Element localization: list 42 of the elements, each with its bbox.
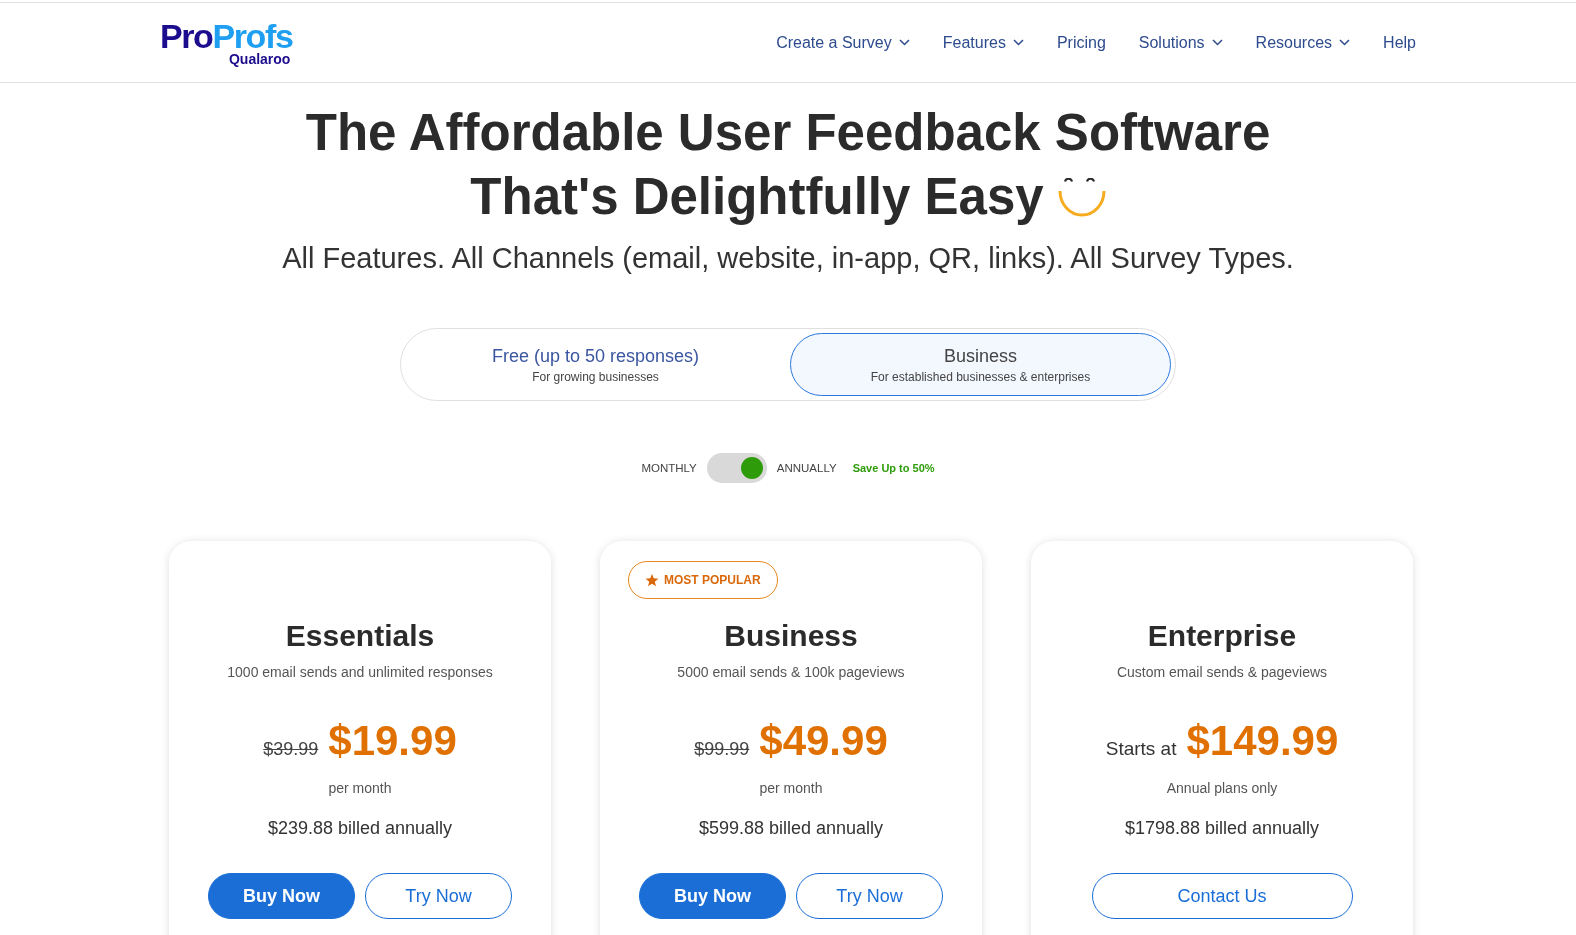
annual-total: $599.88 billed annually [698, 817, 884, 840]
star-icon [645, 573, 659, 587]
logo-product-name: Qualaroo [228, 52, 291, 67]
hero-heading-line: That's Delightfully Easy [470, 167, 1044, 227]
buy-button[interactable]: Buy Now [208, 873, 355, 919]
old-price: $39.99 [263, 739, 319, 760]
plan-name: Essentials [285, 618, 435, 654]
hero-heading-line: The Affordable User Feedback Software [305, 103, 1271, 163]
price: $49.99 [759, 717, 888, 765]
outline-button[interactable]: Contact Us [1091, 873, 1353, 919]
logo-wordmark[interactable]: ProProfs [160, 20, 293, 52]
outline-button[interactable]: Try Now [365, 873, 512, 919]
annual-total: $239.88 billed annually [267, 817, 453, 840]
annually-label: ANNUALLY [776, 462, 837, 474]
nav-link[interactable]: Resources [1255, 33, 1351, 52]
nav-link[interactable]: Help [1383, 33, 1416, 52]
price-note: per month [328, 779, 392, 798]
plan-tab[interactable]: Business For established businesses & enterprises [790, 333, 1171, 396]
plan-name: Business [724, 618, 858, 654]
plan-description: 1000 email sends and unlimited responses [227, 663, 493, 682]
billing-toggle[interactable] [706, 453, 767, 483]
price: $19.99 [328, 717, 457, 765]
hero-subtitle: All Features. All Channels (email, website, in-app, QR, links). All Survey Types. [282, 241, 1294, 276]
nav-link[interactable]: Solutions [1138, 33, 1223, 52]
price-note: per month [759, 779, 823, 798]
plan-name: Enterprise [1147, 618, 1297, 654]
buy-button[interactable]: Buy Now [639, 873, 786, 919]
price: $149.99 [1186, 717, 1339, 765]
smiley-icon [1057, 178, 1106, 218]
plan-description: 5000 email sends & 100k pageviews [677, 663, 905, 682]
plan-description: Custom email sends & pageviews [1116, 663, 1328, 682]
annual-total: $1798.88 billed annually [1124, 817, 1320, 840]
savings-note: Save Up to 50% [852, 462, 935, 474]
nav-link[interactable]: Features [942, 33, 1024, 52]
monthly-label: MONTHLY [641, 462, 697, 474]
nav-link[interactable]: Pricing [1056, 33, 1106, 52]
price-prefix: Starts at [1105, 738, 1177, 760]
price-note: Annual plans only [1166, 779, 1278, 798]
old-price: $99.99 [694, 739, 750, 760]
nav-link[interactable]: Create a Survey [776, 33, 910, 52]
badge-label: MOST POPULAR [664, 573, 761, 587]
outline-button[interactable]: Try Now [796, 873, 943, 919]
